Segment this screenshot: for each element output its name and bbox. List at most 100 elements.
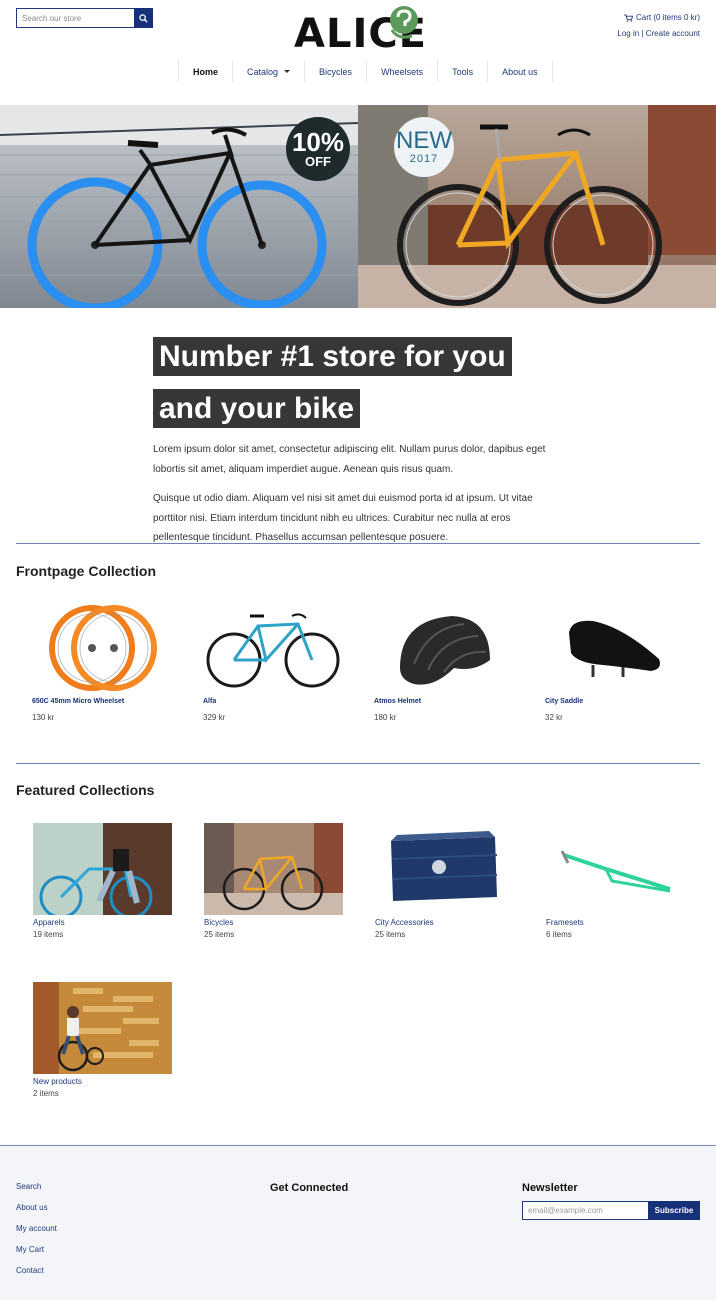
cart-link[interactable]: Cart (0 items 0 kr) (636, 10, 700, 26)
product-price: 180 kr (374, 713, 397, 722)
product-image[interactable] (32, 600, 172, 695)
collection-card[interactable]: Framesets 6 items (546, 823, 696, 939)
nav-item-home[interactable]: Home (179, 61, 234, 82)
site-header: ALICE Cart (0 items 0 kr) Log in | Creat… (0, 0, 716, 100)
frontpage-collection-title: Frontpage Collection (16, 563, 156, 579)
saddle-image (569, 620, 660, 677)
helmet-image (400, 615, 490, 685)
bicycle-image (206, 612, 340, 687)
collection-image[interactable] (375, 823, 514, 915)
search-input[interactable] (16, 8, 134, 28)
newsletter-title: Newsletter (522, 1182, 578, 1194)
product-name[interactable]: City Saddle (545, 698, 695, 705)
collection-name[interactable]: Bicycles (204, 918, 354, 927)
badge-big-text: NEW (396, 127, 452, 154)
nav-item-tools[interactable]: Tools (438, 61, 489, 82)
product-price: 329 kr (203, 713, 226, 722)
collection-count: 2 items (33, 1089, 59, 1098)
main-nav: Home Catalog Bicycles Wheelsets Tools Ab… (178, 61, 553, 82)
collection-count: 25 items (204, 930, 235, 939)
badge-small-text: 2017 (409, 153, 439, 165)
collection-name[interactable]: Framesets (546, 918, 696, 927)
intro-section: Number #1 store for you and your bike Lo… (153, 330, 553, 548)
product-price: 130 kr (32, 713, 55, 722)
cart-icon (624, 14, 633, 22)
newsletter-email-input[interactable] (522, 1201, 648, 1220)
collection-card[interactable]: Bicycles 25 items (204, 823, 354, 939)
nav-label: Wheelsets (381, 66, 424, 77)
collection-name[interactable]: City Accessories (375, 918, 525, 927)
search-form (16, 8, 153, 28)
subscribe-button[interactable]: Subscribe (648, 1201, 700, 1220)
wheelset-image (49, 604, 157, 691)
product-image[interactable] (203, 600, 343, 695)
product-image[interactable] (545, 600, 685, 695)
nav-item-wheelsets[interactable]: Wheelsets (367, 61, 439, 82)
newsletter-form: Subscribe (522, 1201, 700, 1220)
intro-headline: Number #1 store for you and your bike (153, 337, 512, 428)
city-accessories-image (375, 823, 514, 915)
intro-headline-block: Number #1 store for you and your bike (153, 330, 523, 434)
badge-small-text: OFF (305, 154, 331, 169)
collection-card[interactable]: City Accessories 25 items (375, 823, 525, 939)
new-badge: NEW 2017 (394, 117, 454, 177)
footer-link-my-account[interactable]: My account (16, 1224, 57, 1245)
hero-banner-left[interactable]: 10% OFF (0, 105, 358, 308)
nav-label: Tools (452, 66, 474, 77)
collection-image[interactable] (546, 823, 685, 915)
nav-item-catalog[interactable]: Catalog (233, 61, 306, 82)
section-divider (16, 543, 700, 544)
hero-banner: 10% OFF NEW 2017 (0, 105, 716, 308)
footer-link-my-cart[interactable]: My Cart (16, 1245, 57, 1266)
create-account-link[interactable]: Create account (646, 29, 700, 38)
collection-count: 19 items (33, 930, 64, 939)
hero-banner-right[interactable]: NEW 2017 (358, 105, 716, 308)
intro-paragraph-2: Quisque ut odio diam. Aliquam vel nisi s… (153, 493, 533, 543)
badge-big-text: 10% (291, 127, 345, 157)
collection-name[interactable]: Apparels (33, 918, 183, 927)
login-link[interactable]: Log in (617, 29, 639, 38)
collection-image[interactable] (33, 982, 172, 1074)
product-card[interactable]: Atmos Helmet 180 kr (374, 600, 524, 722)
get-connected-title: Get Connected (270, 1182, 349, 1194)
account-cart-box: Cart (0 items 0 kr) Log in | Create acco… (617, 10, 700, 42)
nav-label: Bicycles (319, 66, 353, 77)
logo-question-mark-icon (390, 6, 418, 39)
nav-item-about-us[interactable]: About us (488, 61, 553, 82)
product-image[interactable] (374, 600, 514, 695)
search-button[interactable] (134, 8, 153, 28)
collection-image[interactable] (33, 823, 172, 915)
collection-card[interactable]: Apparels 19 items (33, 823, 183, 939)
footer-link-search[interactable]: Search (16, 1182, 57, 1203)
search-icon (139, 13, 148, 23)
new-products-image (33, 982, 172, 1074)
nav-label: Home (193, 66, 219, 77)
store-logo[interactable]: ALICE (294, 6, 426, 56)
footer-link-contact[interactable]: Contact (16, 1266, 57, 1287)
collection-count: 25 items (375, 930, 406, 939)
product-card[interactable]: Alfa 329 kr (203, 600, 353, 722)
collection-name[interactable]: New products (33, 1077, 183, 1086)
link-separator: | (641, 29, 644, 38)
section-divider (16, 763, 700, 764)
discount-badge: 10% OFF (286, 117, 350, 181)
collection-image[interactable] (204, 823, 343, 915)
product-name[interactable]: Alfa (203, 698, 353, 705)
footer-link-about-us[interactable]: About us (16, 1203, 57, 1224)
footer-links: Search About us My account My Cart Conta… (16, 1182, 57, 1287)
nav-item-bicycles[interactable]: Bicycles (305, 61, 368, 82)
frameset-image (546, 823, 685, 915)
product-card[interactable]: City Saddle 32 kr (545, 600, 695, 722)
intro-paragraph-1: Lorem ipsum dolor sit amet, consectetur … (153, 444, 546, 475)
apparels-image (33, 823, 172, 915)
nav-label: About us (502, 66, 538, 77)
collection-card[interactable]: New products 2 items (33, 982, 183, 1098)
collection-count: 6 items (546, 930, 572, 939)
caret-down-icon (284, 70, 291, 73)
product-card[interactable]: 650C 45mm Micro Wheelset 130 kr (32, 600, 182, 722)
product-name[interactable]: 650C 45mm Micro Wheelset (32, 698, 182, 705)
nav-label: Catalog (247, 66, 279, 77)
featured-collections-title: Featured Collections (16, 782, 155, 798)
bicycles-image (204, 823, 343, 915)
product-name[interactable]: Atmos Helmet (374, 698, 524, 705)
